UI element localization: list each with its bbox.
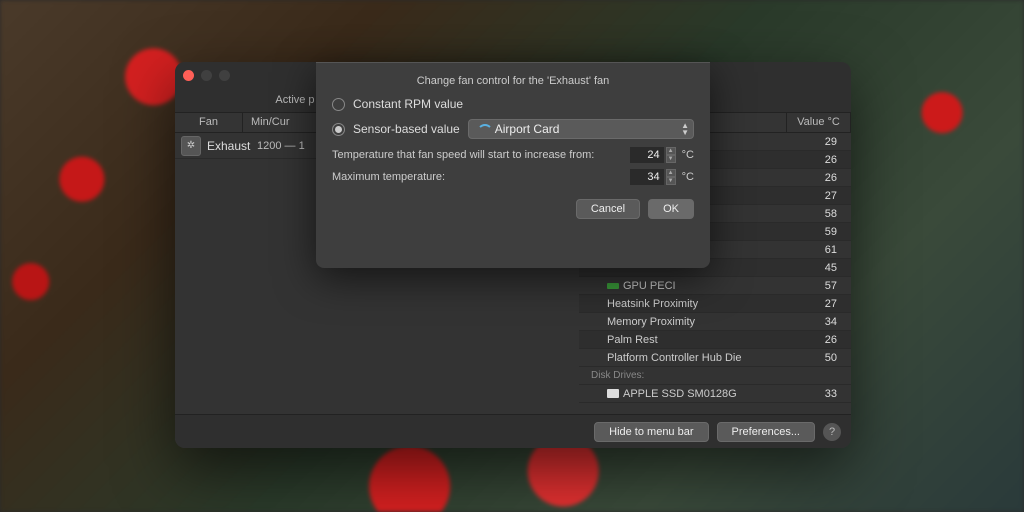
unit-label: °C — [682, 149, 694, 161]
sensor-name: Platform Controller Hub Die — [579, 352, 787, 364]
option-constant-rpm[interactable]: Constant RPM value — [332, 97, 694, 111]
sensor-value: 26 — [787, 154, 851, 166]
help-button[interactable]: ? — [823, 423, 841, 441]
sensor-row[interactable]: APPLE SSD SM0128G33 — [579, 385, 851, 403]
statusbar: Hide to menu bar Preferences... ? — [175, 414, 851, 448]
ok-button[interactable]: OK — [648, 199, 694, 219]
sensor-name: Memory Proximity — [579, 316, 787, 328]
dialog-buttons: Cancel OK — [332, 199, 694, 219]
chevron-up-icon[interactable]: ▲ — [666, 147, 676, 155]
chevron-up-icon[interactable]: ▲ — [666, 169, 676, 177]
sensor-header-value: Value °C — [787, 113, 851, 132]
max-temp-stepper[interactable]: ▲▼ — [666, 169, 676, 185]
cancel-button[interactable]: Cancel — [576, 199, 640, 219]
gpu-icon — [607, 283, 619, 289]
hide-to-menubar-button[interactable]: Hide to menu bar — [594, 422, 708, 442]
dialog-title: Change fan control for the 'Exhaust' fan — [332, 75, 694, 87]
sensor-name: Heatsink Proximity — [579, 298, 787, 310]
sensor-select-value: Airport Card — [495, 122, 560, 136]
radio-selected-icon — [332, 123, 345, 136]
sensor-value: 27 — [787, 298, 851, 310]
fan-name: Exhaust — [207, 139, 257, 153]
option-constant-label: Constant RPM value — [353, 97, 463, 111]
sensor-value: 45 — [787, 262, 851, 274]
param-start-temp: Temperature that fan speed will start to… — [332, 147, 694, 163]
sensor-value: 61 — [787, 244, 851, 256]
start-temp-stepper[interactable]: ▲▼ — [666, 147, 676, 163]
sensor-row[interactable]: GPU PECI57 — [579, 277, 851, 295]
sensor-value: 34 — [787, 316, 851, 328]
chevron-down-icon[interactable]: ▼ — [666, 177, 676, 185]
ssd-icon — [607, 389, 619, 398]
sensor-value: 26 — [787, 334, 851, 346]
sensor-value: 33 — [787, 388, 851, 400]
sensor-value: 58 — [787, 208, 851, 220]
fan-control-dialog: Change fan control for the 'Exhaust' fan… — [316, 62, 710, 268]
sensor-value: 57 — [787, 280, 851, 292]
param-max-label: Maximum temperature: — [332, 171, 630, 183]
max-temp-input[interactable] — [630, 169, 664, 185]
sensor-name: APPLE SSD SM0128G — [579, 388, 787, 400]
airport-icon — [477, 124, 489, 134]
sensor-row[interactable]: Palm Rest26 — [579, 331, 851, 349]
sensor-value: 50 — [787, 352, 851, 364]
preferences-button[interactable]: Preferences... — [717, 422, 815, 442]
sensor-row[interactable]: Heatsink Proximity27 — [579, 295, 851, 313]
sensor-row[interactable]: Platform Controller Hub Die50 — [579, 349, 851, 367]
param-max-temp: Maximum temperature: ▲▼ °C — [332, 169, 694, 185]
chevron-down-icon[interactable]: ▼ — [666, 155, 676, 163]
sensor-value: 29 — [787, 136, 851, 148]
sensor-group-row: Disk Drives: — [579, 367, 851, 385]
sensor-row[interactable]: Memory Proximity34 — [579, 313, 851, 331]
fan-header-fan: Fan — [175, 113, 243, 132]
sensor-value: 26 — [787, 172, 851, 184]
fan-icon: ✲ — [181, 136, 201, 156]
select-arrows-icon: ▲▼ — [681, 122, 689, 136]
option-sensor-label: Sensor-based value — [353, 122, 460, 136]
sensor-name: Palm Rest — [579, 334, 787, 346]
param-start-label: Temperature that fan speed will start to… — [332, 149, 630, 161]
start-temp-input[interactable] — [630, 147, 664, 163]
unit-label: °C — [682, 171, 694, 183]
fan-values: 1200 — 1 — [257, 140, 305, 152]
sensor-name: GPU PECI — [579, 280, 787, 292]
sensor-group-label: Disk Drives: — [579, 370, 644, 381]
sensor-value: 27 — [787, 190, 851, 202]
sensor-value: 59 — [787, 226, 851, 238]
sensor-select[interactable]: Airport Card ▲▼ — [468, 119, 694, 139]
radio-unselected-icon — [332, 98, 345, 111]
option-sensor-based[interactable]: Sensor-based value Airport Card ▲▼ — [332, 119, 694, 139]
